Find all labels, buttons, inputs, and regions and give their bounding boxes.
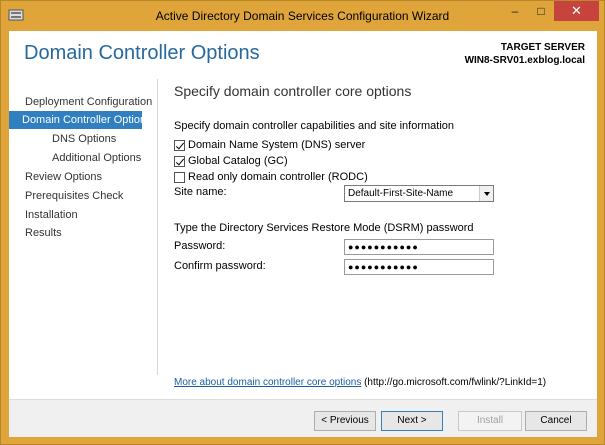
- confirm-password-label: Confirm password:: [174, 260, 266, 272]
- nav-item-domain-controller-options[interactable]: Domain Controller Options: [9, 111, 152, 129]
- next-button[interactable]: Next >: [381, 411, 443, 431]
- password-field[interactable]: ●●●●●●●●●●●: [344, 239, 494, 255]
- dsrm-heading: Type the Directory Services Restore Mode…: [174, 222, 474, 234]
- dns-server-checkbox[interactable]: [174, 139, 185, 151]
- previous-button[interactable]: < Previous: [314, 411, 376, 431]
- nav-item-review-options[interactable]: Review Options: [25, 168, 102, 186]
- confirm-password-field[interactable]: ●●●●●●●●●●●: [344, 259, 494, 275]
- nav-item-results[interactable]: Results: [25, 224, 62, 242]
- minimize-icon[interactable]: –: [502, 1, 528, 21]
- wizard-footer: < Previous Next > Install Cancel: [9, 399, 597, 437]
- more-info-url: (http://go.microsoft.com/fwlink/?LinkId=…: [361, 377, 547, 388]
- rodc-label: Read only domain controller (RODC): [188, 171, 368, 183]
- cancel-button[interactable]: Cancel: [525, 411, 587, 431]
- global-catalog-label: Global Catalog (GC): [188, 155, 288, 167]
- more-info-link[interactable]: More about domain controller core option…: [174, 377, 361, 388]
- nav-item-installation[interactable]: Installation: [25, 206, 78, 224]
- rodc-checkbox-row[interactable]: Read only domain controller (RODC): [174, 170, 368, 184]
- target-server-name: WIN8-SRV01.exblog.local: [464, 55, 585, 66]
- caption-buttons: – □ ✕: [502, 1, 599, 21]
- nav-item-dns-options[interactable]: DNS Options: [52, 130, 116, 148]
- nav-item-additional-options[interactable]: Additional Options: [52, 149, 141, 167]
- wizard-client-area: Domain Controller Options TARGET SERVER …: [9, 31, 597, 437]
- global-catalog-checkbox-row[interactable]: Global Catalog (GC): [174, 154, 288, 168]
- close-icon[interactable]: ✕: [554, 1, 599, 21]
- capabilities-heading: Specify domain controller capabilities a…: [174, 120, 455, 132]
- page-title: Domain Controller Options: [24, 42, 260, 64]
- maximize-icon[interactable]: □: [528, 1, 554, 21]
- target-server: TARGET SERVER WIN8-SRV01.exblog.local: [465, 41, 585, 67]
- site-name-label: Site name:: [174, 186, 227, 198]
- nav-item-deployment-configuration[interactable]: Deployment Configuration: [25, 93, 152, 111]
- password-label: Password:: [174, 240, 226, 252]
- site-name-value: Default-First-Site-Name: [348, 188, 454, 199]
- site-name-select[interactable]: Default-First-Site-Name: [344, 185, 494, 202]
- dns-server-label: Domain Name System (DNS) server: [188, 139, 366, 151]
- rodc-checkbox[interactable]: [174, 171, 185, 183]
- more-info: More about domain controller core option…: [174, 377, 546, 388]
- chevron-down-icon[interactable]: [479, 186, 493, 201]
- target-server-label: TARGET SERVER: [500, 42, 585, 53]
- wizard-nav: Deployment Configuration Domain Controll…: [9, 79, 157, 399]
- wizard-window: Active Directory Domain Services Configu…: [0, 0, 605, 445]
- dns-server-checkbox-row[interactable]: Domain Name System (DNS) server: [174, 138, 365, 152]
- global-catalog-checkbox[interactable]: [174, 155, 185, 167]
- title-bar[interactable]: Active Directory Domain Services Configu…: [1, 1, 604, 31]
- install-button[interactable]: Install: [458, 411, 522, 431]
- nav-divider: [157, 79, 158, 375]
- nav-item-prerequisites-check[interactable]: Prerequisites Check: [25, 187, 123, 205]
- section-title: Specify domain controller core options: [174, 83, 412, 99]
